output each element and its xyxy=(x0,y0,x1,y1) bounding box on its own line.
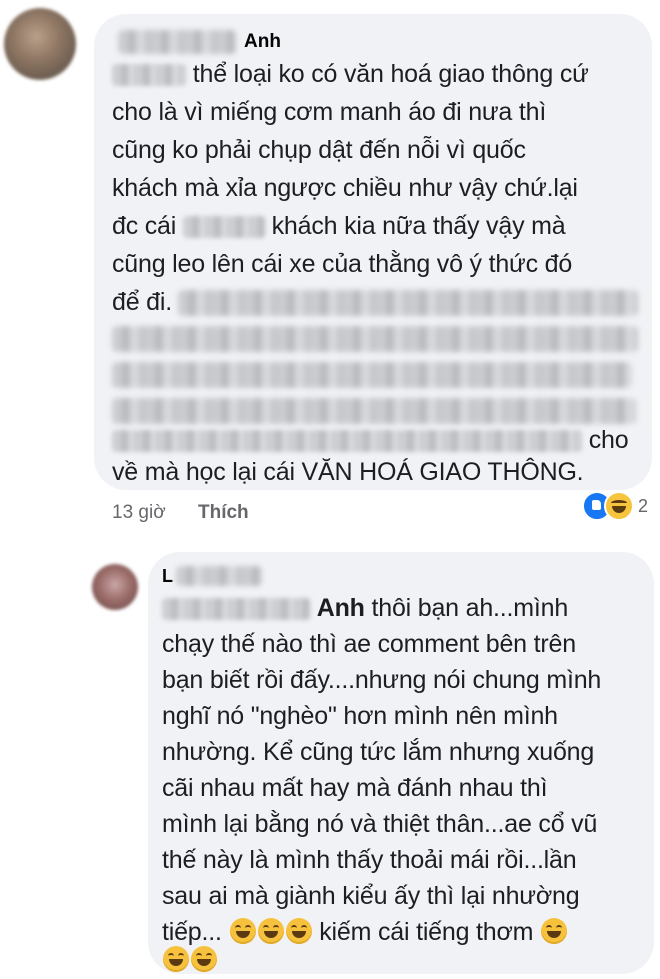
comment-text-line: đc cái khách kia nữa thấy vậy mà xyxy=(112,210,566,242)
text-segment: để đi. xyxy=(112,288,172,316)
reply-text-line: nhường. Kể cũng tức lắm nhưng xuống xyxy=(162,738,595,766)
reply-text-line: thế này là mình thấy thoải mái rồi...lần xyxy=(162,846,577,874)
comment-text-line: thể loại ko có văn hoá giao thông cứ xyxy=(112,58,589,90)
comment-author[interactable]: Anh xyxy=(244,31,281,53)
comment-text-line: để đi. xyxy=(112,286,172,318)
laughing-emoji-icon xyxy=(285,918,312,944)
reaction-summary[interactable]: 2 xyxy=(582,490,648,522)
comment-text-line: khách mà xỉa ngược chiều như vậy chứ.lại xyxy=(112,174,578,202)
redacted-text xyxy=(112,362,632,388)
redacted-text xyxy=(178,290,638,316)
reply-text-line: cãi nhau mất hay mà đánh nhau thì xyxy=(162,774,548,802)
redacted-text xyxy=(112,326,638,352)
redacted-text xyxy=(162,598,310,621)
comment-text-line: cũng leo lên cái xe của thằng vô ý thức … xyxy=(112,250,573,278)
reply-text-line: chạy thế nào thì ae comment bên trên xyxy=(162,630,576,658)
reply-author[interactable]: L xyxy=(162,566,173,587)
text-segment: thể loại ko có văn hoá giao thông cứ xyxy=(192,60,589,88)
text-segment: cho xyxy=(588,426,629,454)
text-segment: khách kia nữa thấy vậy mà xyxy=(271,212,566,240)
laughing-emoji-icon xyxy=(191,946,217,972)
redacted-name xyxy=(176,566,262,586)
redacted-name xyxy=(118,30,236,54)
comment-text-line: cho là vì miếng cơm manh áo đi nưa thì xyxy=(112,98,547,126)
reply-text-line: Anh thôi bạn ah...mình xyxy=(162,592,568,624)
reply-text-line: nghĩ nó "nghèo" hơn mình nên mình xyxy=(162,702,558,730)
reply-text-line: bạn biết rồi đấy....nhưng nói chung mình xyxy=(162,666,602,694)
like-link[interactable]: Thích xyxy=(198,502,249,524)
reply-text-line: tiếp... kiếm cái tiếng thơm xyxy=(162,916,568,948)
redacted-text xyxy=(112,398,636,424)
text-segment: đc cái xyxy=(112,212,177,240)
comment-text-line: cho xyxy=(112,424,629,456)
mention-link[interactable]: Anh xyxy=(317,594,365,622)
laughing-emoji-icon xyxy=(257,918,284,944)
text-segment: thôi bạn ah...mình xyxy=(371,594,569,622)
redacted-text xyxy=(112,430,582,453)
text-segment: tiếp... xyxy=(162,918,222,946)
reply-text-line: mình lại bằng nó và thiệt thân...ae cổ v… xyxy=(162,810,598,838)
text-segment: kiếm cái tiếng thơm xyxy=(319,918,534,946)
comment-text-line: về mà học lại cái VĂN HOÁ GIAO THÔNG. xyxy=(112,458,584,486)
reply-text-line xyxy=(162,944,218,976)
comment-timestamp[interactable]: 13 giờ xyxy=(112,502,166,524)
replier-avatar[interactable] xyxy=(92,564,138,610)
laughing-emoji-icon xyxy=(541,918,568,944)
haha-icon xyxy=(604,491,634,521)
redacted-text xyxy=(112,64,186,87)
comment-text-line: cũng ko phải chụp dật đến nỗi vì quốc xyxy=(112,136,526,164)
reaction-count: 2 xyxy=(638,495,649,516)
laughing-emoji-icon xyxy=(229,918,256,944)
reply-text-line: sau ai mà giành kiểu ấy thì lại nhường xyxy=(162,882,580,910)
redacted-text xyxy=(182,216,265,239)
commenter-avatar[interactable] xyxy=(4,8,76,80)
laughing-emoji-icon xyxy=(163,946,189,972)
